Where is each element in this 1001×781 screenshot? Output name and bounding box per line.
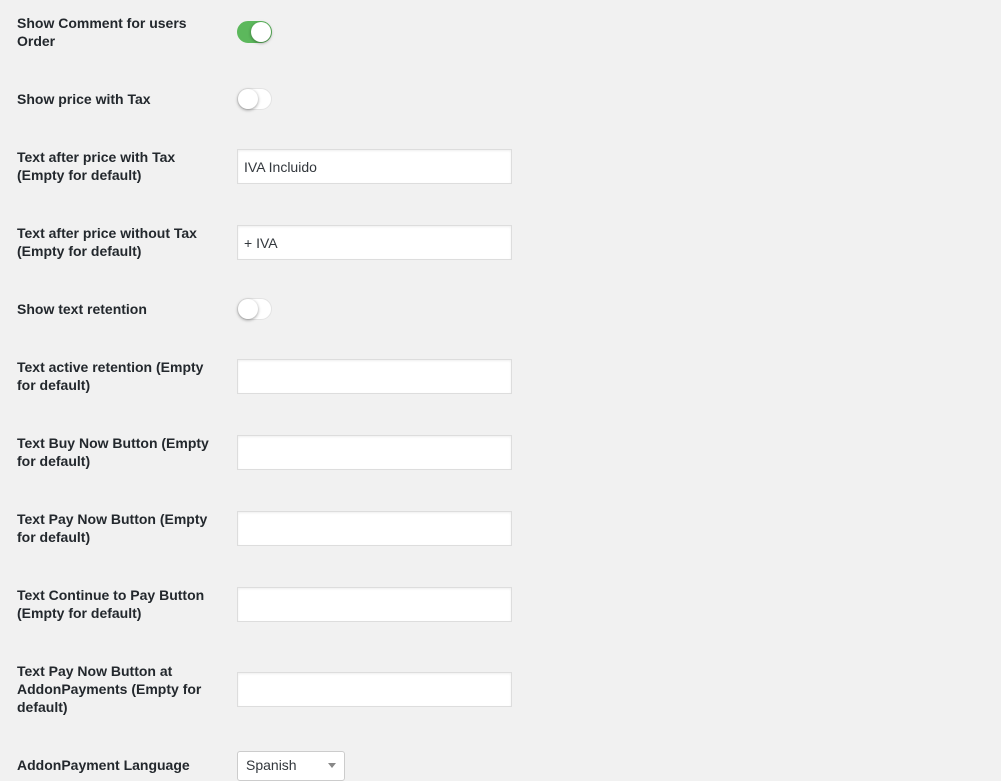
addon-language-selected: Spanish bbox=[246, 757, 297, 773]
text-continue-pay-input[interactable] bbox=[237, 587, 512, 622]
text-retention-label: Text active retention (Empty for default… bbox=[17, 359, 204, 393]
show-comment-label: Show Comment for users Order bbox=[17, 15, 187, 49]
addon-language-select[interactable]: Spanish bbox=[237, 751, 345, 781]
text-pay-now-input[interactable] bbox=[237, 511, 512, 546]
text-pay-now-label: Text Pay Now Button (Empty for default) bbox=[17, 511, 208, 545]
toggle-knob bbox=[238, 89, 258, 109]
toggle-knob bbox=[238, 299, 258, 319]
toggle-knob bbox=[251, 22, 271, 42]
text-without-tax-label: Text after price without Tax (Empty for … bbox=[17, 225, 197, 259]
show-retention-toggle[interactable] bbox=[237, 298, 272, 320]
text-continue-pay-label: Text Continue to Pay Button (Empty for d… bbox=[17, 587, 205, 621]
text-with-tax-label: Text after price with Tax (Empty for def… bbox=[17, 149, 176, 183]
chevron-down-icon bbox=[328, 763, 336, 768]
text-buy-now-input[interactable] bbox=[237, 435, 512, 470]
show-price-tax-label: Show price with Tax bbox=[17, 91, 151, 107]
show-retention-label: Show text retention bbox=[17, 301, 147, 317]
text-retention-input[interactable] bbox=[237, 359, 512, 394]
text-without-tax-input[interactable] bbox=[237, 225, 512, 260]
text-with-tax-input[interactable] bbox=[237, 149, 512, 184]
show-price-tax-toggle[interactable] bbox=[237, 88, 272, 110]
text-pay-now-addon-input[interactable] bbox=[237, 672, 512, 707]
show-comment-toggle[interactable] bbox=[237, 21, 272, 43]
text-buy-now-label: Text Buy Now Button (Empty for default) bbox=[17, 435, 209, 469]
addon-language-label: AddonPayment Language bbox=[17, 757, 190, 773]
text-pay-now-addon-label: Text Pay Now Button at AddonPayments (Em… bbox=[17, 663, 202, 715]
